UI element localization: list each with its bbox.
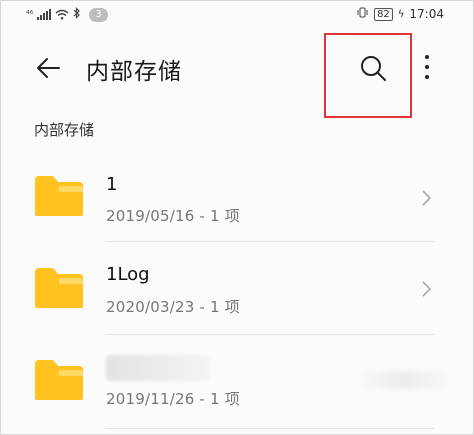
clock: 17:04 — [409, 7, 444, 21]
folder-icon — [35, 268, 83, 308]
arrow-left-icon — [37, 58, 60, 78]
search-icon — [361, 56, 386, 81]
chevron-right-icon — [422, 281, 432, 297]
status-right: 82 ϟ 17:04 — [356, 7, 444, 21]
vibrate-icon — [356, 7, 369, 21]
status-bar: ⁴⁶ 3 82 ϟ 17:04 — [0, 0, 474, 32]
redacted-area — [365, 371, 445, 389]
file-meta: 2020/03/23 - 1 项 — [106, 298, 240, 316]
folder-icon — [35, 176, 83, 216]
divider — [106, 428, 434, 429]
file-name: 1Log — [106, 264, 150, 285]
battery-icon: 82 — [374, 7, 393, 21]
wifi-icon — [55, 9, 69, 20]
chevron-right-icon — [422, 190, 432, 206]
charging-icon: ϟ — [397, 8, 405, 20]
bluetooth-icon — [73, 7, 81, 22]
network-type-label: ⁴⁶ — [26, 9, 34, 20]
search-button[interactable] — [359, 54, 387, 86]
file-meta: 2019/11/26 - 1 项 — [106, 390, 240, 408]
search-highlight-box — [324, 33, 412, 118]
file-name: 1 — [106, 174, 118, 195]
status-left: ⁴⁶ 3 — [26, 7, 108, 22]
file-meta: 2019/05/16 - 1 项 — [106, 207, 240, 225]
list-item[interactable]: 1 2019/05/16 - 1 项 — [0, 154, 474, 244]
more-vertical-icon — [423, 55, 431, 79]
folder-icon — [35, 360, 83, 400]
page-title: 内部存储 — [86, 59, 182, 85]
breadcrumb: 内部存储 — [34, 121, 95, 139]
back-button[interactable] — [34, 54, 62, 82]
signal-icon — [37, 9, 52, 20]
divider — [106, 241, 434, 242]
more-options-button[interactable] — [423, 55, 431, 81]
divider — [106, 334, 434, 335]
notification-badge: 3 — [89, 7, 108, 22]
list-item[interactable]: 1Log 2020/03/23 - 1 项 — [0, 246, 474, 336]
redacted-file-name — [106, 355, 210, 381]
